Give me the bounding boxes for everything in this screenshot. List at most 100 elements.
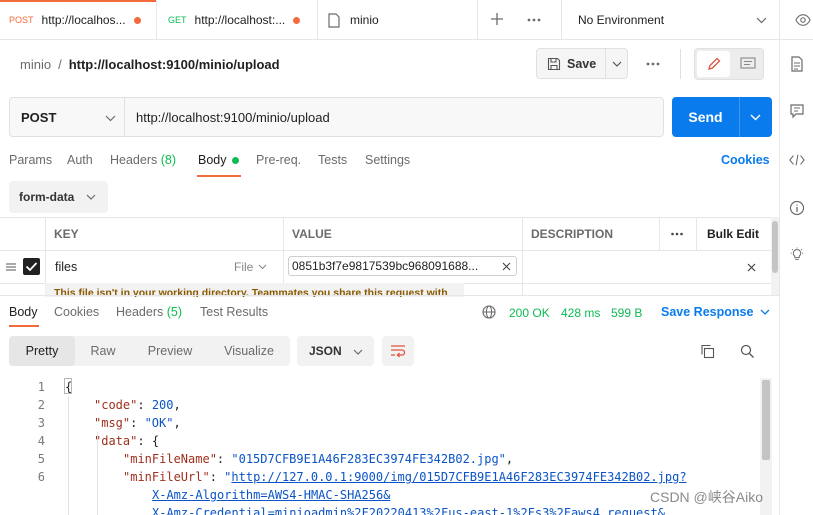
tab-headers[interactable]: Headers (8) [110,153,176,167]
headers-count: (8) [160,153,177,167]
code-icon[interactable] [789,152,805,168]
send-options-button[interactable] [740,97,772,137]
row-type-select[interactable]: File [234,260,267,274]
drag-handle-icon[interactable] [5,262,17,272]
response-status[interactable]: 200 OK [509,306,550,320]
url-input[interactable]: http://localhost:9100/minio/upload [124,97,664,137]
environment-selector[interactable]: No Environment [562,0,779,40]
chevron-down-icon [612,61,622,67]
response-size[interactable]: 599 B [611,306,642,320]
response-tab-test-results[interactable]: Test Results [200,305,268,319]
edit-mode-button[interactable] [697,51,730,77]
method-select[interactable]: POST [9,97,125,137]
view-raw[interactable]: Raw [77,336,129,366]
table-scrollbar[interactable] [771,217,779,295]
tab-body[interactable]: Body [198,153,227,167]
plus-icon [491,13,503,25]
tab-request-get[interactable]: GET http://localhost:... [168,0,318,40]
column-options-button[interactable] [670,228,684,240]
view-mode-group: Pretty Raw Preview Visualize [9,336,290,366]
bulk-edit-button[interactable]: Bulk Edit [707,227,759,241]
json-key: "minFileUrl" [123,470,210,484]
json-url-link[interactable]: http://127.0.0.1:9000/img/015D7CFB9E1A46… [231,470,686,484]
save-label: Save [567,56,597,71]
response-tab-cookies[interactable]: Cookies [54,305,99,319]
send-button[interactable]: Send [672,97,739,137]
request-options-button[interactable] [645,57,661,71]
chevron-down-icon [756,17,767,24]
remove-file-icon[interactable] [502,262,511,271]
tab-auth[interactable]: Auth [67,153,93,167]
comments-icon[interactable] [789,103,805,119]
tab-divider [477,0,478,40]
environment-quicklook[interactable] [780,0,813,40]
globe-icon[interactable] [482,305,496,319]
table-row: files File 0851b3f7e9817539bc968091688..… [0,251,771,283]
view-visualize[interactable]: Visualize [211,336,287,366]
json-key: "code" [94,398,138,412]
json-url-link-cont[interactable]: X-Amz-Credential=minioadmin%2F20220413%2… [152,506,665,515]
copy-icon[interactable] [700,344,715,359]
tab-bar: POST http://localhos... GET http://local… [0,0,779,40]
new-tab-button[interactable] [490,12,504,26]
response-tab-body[interactable]: Body [9,305,38,319]
breadcrumb-collection[interactable]: minio [20,57,51,72]
save-button[interactable]: Save [537,49,605,78]
tab-request-post[interactable]: POST http://localhos... [9,0,156,40]
more-icon [671,232,683,236]
format-select[interactable]: JSON [297,336,374,366]
response-body-editor[interactable]: 1 2 3 4 5 6 { "code": 200, "msg": "OK", … [0,378,760,515]
chevron-down-icon [86,194,96,200]
unsaved-dot [134,17,141,24]
json-key: "data" [94,434,138,448]
response-time[interactable]: 428 ms [561,306,600,320]
save-options-button[interactable] [606,49,628,78]
wrap-lines-button[interactable] [382,336,414,366]
search-icon[interactable] [740,344,755,359]
row-file-name: 0851b3f7e9817539bc968091688... [292,259,479,273]
request-name[interactable]: http://localhost:9100/minio/upload [69,57,280,72]
tab-tests[interactable]: Tests [318,153,347,167]
json-url-link-cont[interactable]: X-Amz-Algorithm=AWS4-HMAC-SHA256& [152,488,390,502]
line-number: 2 [37,398,45,412]
comment-mode-button[interactable] [732,51,763,77]
tab-collection-minio[interactable]: minio [327,0,467,40]
view-pretty[interactable]: Pretty [9,336,75,366]
editor-scrollbar-thumb[interactable] [762,380,770,460]
delete-row-icon[interactable] [747,263,756,272]
send-button-group: Send [672,97,772,137]
documentation-icon[interactable] [789,56,805,72]
pane-divider[interactable] [0,295,779,296]
body-mode-select[interactable]: form-data [9,181,108,213]
tab-divider [156,0,157,40]
tab-options-button[interactable] [526,13,542,27]
tab-params[interactable]: Params [9,153,52,167]
chevron-down-icon [353,349,363,355]
environment-label: No Environment [578,13,665,27]
json-line-code: "code": 200, [94,398,181,412]
table-scrollbar-thumb[interactable] [772,221,778,273]
tab-prerequest[interactable]: Pre-req. [256,153,301,167]
row-file-chip[interactable]: 0851b3f7e9817539bc968091688... [288,256,517,276]
cookies-link[interactable]: Cookies [721,153,770,167]
info-icon[interactable] [789,200,805,216]
response-tab-headers[interactable]: Headers (5) [116,305,182,319]
lightbulb-icon[interactable] [789,247,805,263]
line-number: 3 [37,416,45,430]
json-line-fileurl: "minFileUrl": "http://127.0.0.1:9000/img… [123,470,687,484]
tab-title: http://localhost:... [194,13,286,27]
chevron-down-icon [105,115,116,122]
view-preview[interactable]: Preview [133,336,207,366]
json-value: "015D7CFB9E1A46F283EC3974FE342B02.jpg" [231,452,506,466]
save-response-button[interactable]: Save Response [661,305,770,319]
tab-settings[interactable]: Settings [365,153,410,167]
tab-method: GET [168,15,187,25]
json-line-url-cont: X-Amz-Credential=minioadmin%2F20220413%2… [152,506,665,515]
json-line-data: "data": { [94,434,160,448]
chevron-down-icon [750,114,761,121]
row-key[interactable]: files [55,260,77,274]
line-number: 4 [37,434,45,448]
unsaved-dot [293,17,300,24]
row-enabled-checkbox[interactable] [23,258,40,275]
body-active-dot [232,157,239,164]
